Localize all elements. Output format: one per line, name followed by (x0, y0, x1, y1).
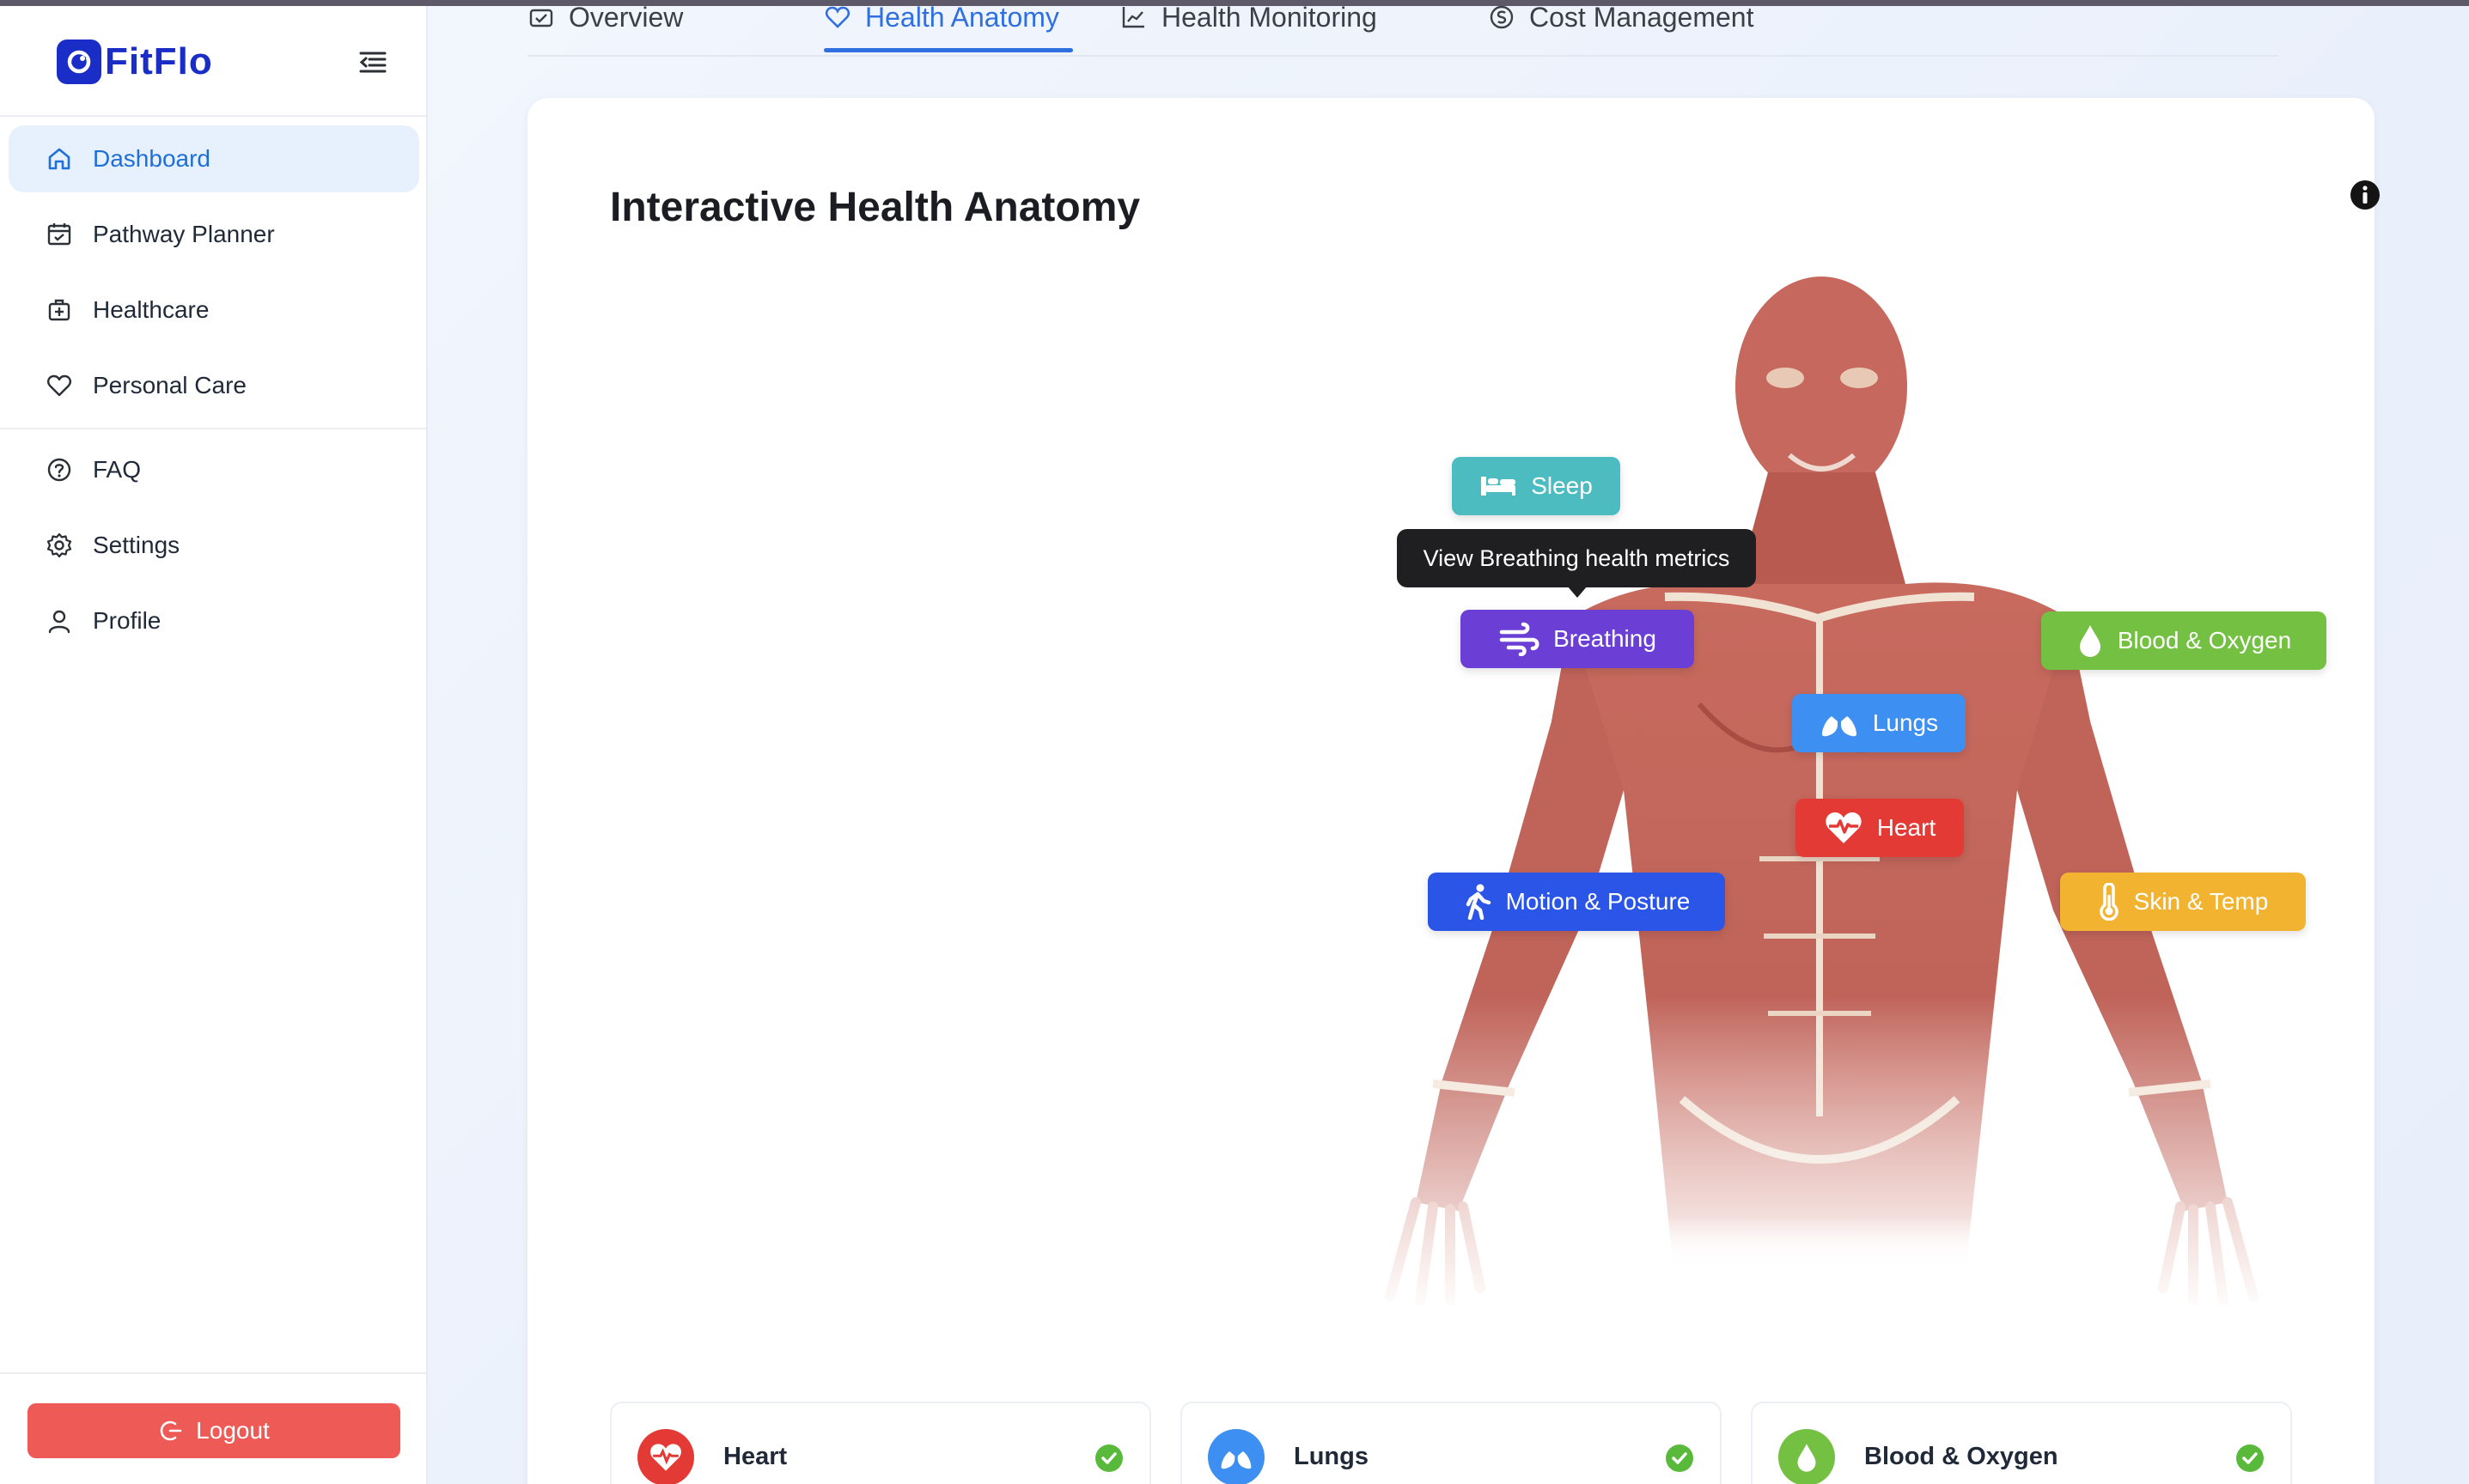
hotspot-label: Lungs (1872, 709, 1939, 736)
hotspot-blood-oxygen[interactable]: Blood & Oxygen (2041, 611, 2326, 670)
metric-label: Heart (723, 1443, 788, 1470)
logout-button[interactable]: Logout (27, 1403, 400, 1458)
sidebar-item-label: Personal Care (93, 372, 247, 398)
lungs-icon (1820, 708, 1859, 739)
hotspot-breathing[interactable]: Breathing (1460, 610, 1694, 668)
page-title: Interactive Health Anatomy (610, 185, 1141, 230)
user-icon (45, 606, 74, 636)
sidebar-item-label: FAQ (93, 456, 142, 483)
sidebar-item-personal-care[interactable]: Personal Care (9, 352, 419, 419)
gear-icon (45, 531, 74, 560)
app-logo[interactable]: FitFlo (57, 40, 213, 84)
tab-cost-management[interactable]: Cost Management (1488, 0, 1753, 52)
check-circle-icon (1665, 1444, 1694, 1477)
wind-icon (1498, 622, 1539, 656)
sidebar-footer: Logout (0, 1372, 426, 1484)
sidebar-divider (0, 428, 426, 429)
sidebar-header: FitFlo (0, 0, 426, 117)
check-circle-icon (2235, 1444, 2265, 1477)
tab-label: Health Anatomy (865, 1, 1059, 33)
main-content: Overview Health Anatomy Health Monitorin… (428, 0, 2469, 1484)
drop-icon (1778, 1429, 1835, 1484)
drop-icon (2076, 623, 2104, 658)
hotspot-label: Heart (1876, 814, 1936, 841)
tab-health-anatomy[interactable]: Health Anatomy (824, 0, 1059, 52)
hotspot-motion-posture[interactable]: Motion & Posture (1428, 873, 1725, 931)
hotspot-label: Skin & Temp (2133, 888, 2269, 915)
app-name: FitFlo (105, 40, 213, 82)
hotspot-heart[interactable]: Heart (1795, 799, 1964, 857)
hotspot-lungs[interactable]: Lungs (1792, 694, 1966, 752)
sidebar-item-label: Pathway Planner (93, 221, 275, 247)
tooltip-arrow (1567, 586, 1588, 598)
bed-icon (1479, 473, 1517, 499)
metric-card-lungs[interactable]: Lungs (1180, 1402, 1722, 1484)
tab-label: Cost Management (1529, 1, 1754, 33)
sidebar-item-dashboard[interactable]: Dashboard (9, 125, 419, 192)
heart-outline-icon (824, 3, 851, 31)
tab-label: Health Monitoring (1161, 1, 1377, 33)
hotspot-label: Breathing (1553, 625, 1656, 652)
breathing-tooltip: View Breathing health metrics (1397, 529, 1756, 587)
logout-label: Logout (196, 1417, 270, 1444)
walking-icon (1463, 884, 1492, 920)
hotspot-label: Motion & Posture (1505, 888, 1691, 915)
tab-health-monitoring[interactable]: Health Monitoring (1120, 0, 1377, 52)
metric-label: Lungs (1294, 1443, 1369, 1470)
hotspot-skin-temp[interactable]: Skin & Temp (2060, 873, 2306, 931)
sidebar-item-pathway-planner[interactable]: Pathway Planner (9, 201, 419, 268)
window-top-bar (0, 0, 2469, 6)
metric-card-blood-oxygen[interactable]: Blood & Oxygen (1751, 1402, 2292, 1484)
heart-outline-icon (45, 371, 74, 400)
hotspot-label: Sleep (1531, 472, 1593, 499)
metric-label: Blood & Oxygen (1864, 1443, 2058, 1470)
menu-collapse-icon[interactable] (354, 45, 392, 79)
lungs-icon (1208, 1429, 1265, 1484)
hotspot-sleep[interactable]: Sleep (1452, 457, 1620, 515)
sidebar-item-label: Profile (93, 607, 162, 634)
overview-icon (527, 3, 555, 31)
sidebar: FitFlo Dashboard Pathway Planner Healthc… (0, 0, 428, 1484)
tab-label: Overview (569, 1, 684, 33)
sidebar-item-label: Dashboard (93, 145, 210, 172)
metric-card-heart[interactable]: Heart (610, 1402, 1151, 1484)
heart-pulse-icon (637, 1429, 694, 1484)
medical-bag-icon (45, 295, 74, 325)
thermometer-icon (2098, 883, 2120, 921)
heart-pulse-icon (1824, 811, 1863, 845)
info-icon[interactable] (2349, 179, 2381, 216)
calendar-icon (45, 220, 74, 249)
chart-icon (1120, 3, 1148, 31)
home-icon (45, 144, 74, 173)
anatomy-figure (1313, 258, 2326, 1314)
active-tab-indicator (824, 48, 1073, 52)
check-circle-icon (1094, 1444, 1124, 1477)
sidebar-item-profile[interactable]: Profile (9, 587, 419, 654)
logout-icon (158, 1418, 184, 1444)
sidebar-item-faq[interactable]: FAQ (9, 436, 419, 503)
logo-mark-icon (57, 40, 101, 84)
tab-bar: Overview Health Anatomy Health Monitorin… (527, 0, 2278, 57)
sidebar-item-settings[interactable]: Settings (9, 512, 419, 579)
hotspot-label: Blood & Oxygen (2117, 627, 2292, 654)
sidebar-item-healthcare[interactable]: Healthcare (9, 277, 419, 344)
sidebar-item-label: Healthcare (93, 296, 210, 323)
sidebar-item-label: Settings (93, 532, 180, 558)
dollar-circle-icon (1488, 3, 1515, 31)
tab-overview[interactable]: Overview (527, 0, 683, 52)
question-circle-icon (45, 455, 74, 484)
